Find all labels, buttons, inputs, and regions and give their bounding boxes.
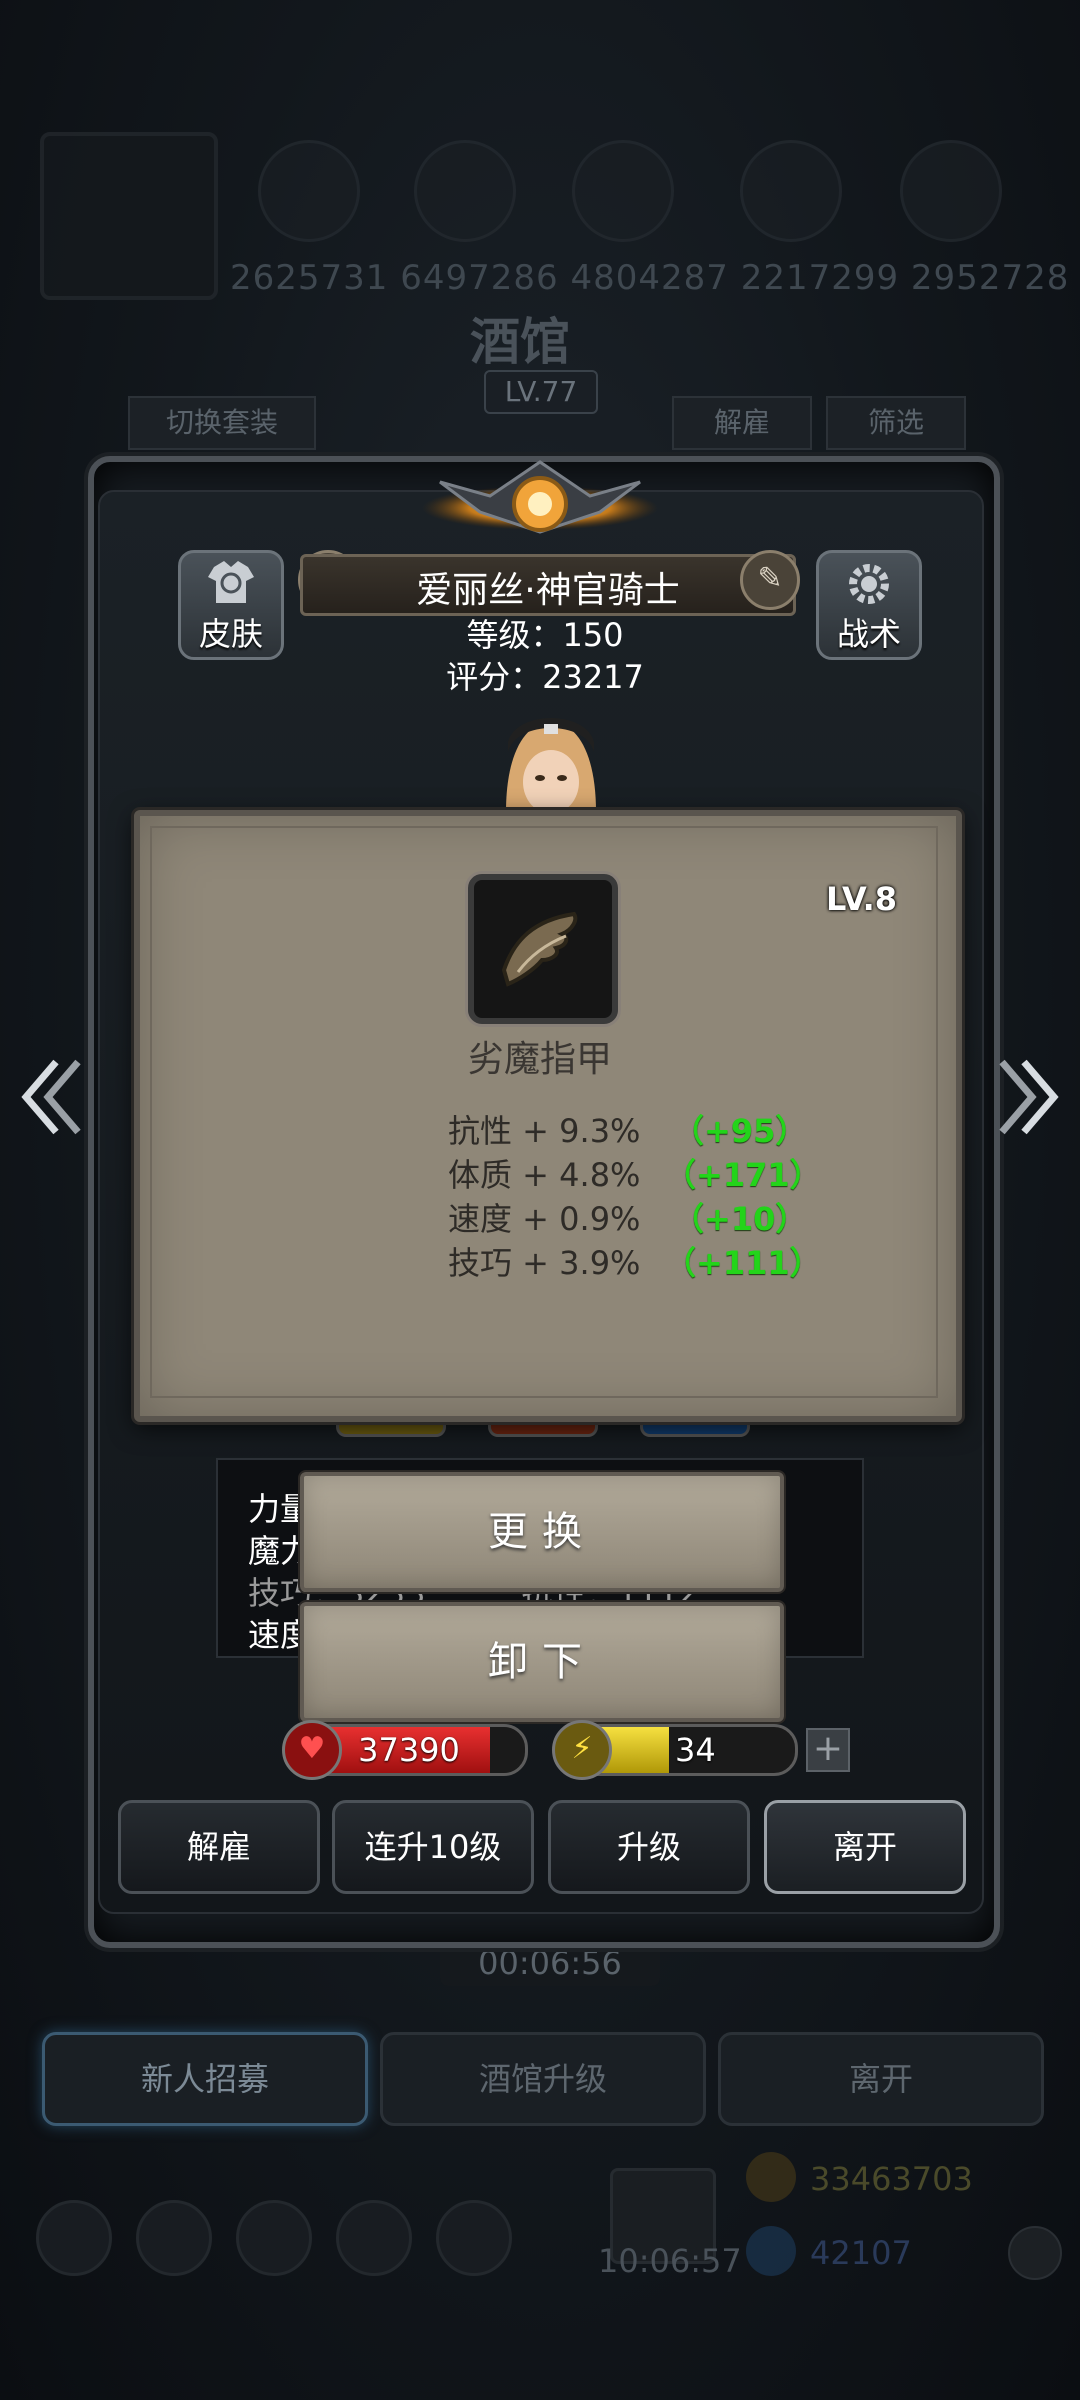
skin-button[interactable]: 皮肤 [178, 550, 284, 660]
gem-amount: 42107 [810, 2234, 912, 2272]
item-attribute: 技巧 + 3.9% [448, 1244, 641, 1282]
hero-portrait [506, 718, 596, 814]
tavern-leave-button: 离开 [718, 2032, 1044, 2126]
add-icon [1008, 2226, 1062, 2280]
menu-icon [336, 2200, 412, 2276]
recruit-button: 新人招募 [42, 2032, 368, 2126]
hero-score: 评分：23217 [446, 658, 644, 696]
resource-counts: 2625731 6497286 4804287 2217299 2952728 [230, 258, 1070, 298]
level-up-10-button[interactable]: 连升10级 [332, 1800, 534, 1894]
unequip-button[interactable]: 卸下 [300, 1602, 784, 1722]
resource-slot-icon [414, 140, 516, 242]
tavern-upgrade-button: 酒馆升级 [380, 2032, 706, 2126]
filter-tab: 筛选 [826, 396, 966, 450]
resource-slot-icon [900, 140, 1002, 242]
menu-icon [36, 2200, 112, 2276]
crest-emblem-icon [422, 460, 658, 534]
hero-level: 等级：150 [466, 616, 624, 654]
energy-value: 34 [675, 1731, 716, 1769]
tavern-title: 酒馆 [470, 312, 570, 371]
edit-pencil-icon[interactable]: ✎ [740, 550, 800, 610]
skin-label: 皮肤 [198, 615, 263, 653]
resource-slot-icon [258, 140, 360, 242]
level-up-button[interactable]: 升级 [548, 1800, 750, 1894]
resource-slot-icon [740, 140, 842, 242]
switch-set-tab: 切换套装 [128, 396, 316, 450]
item-slot [468, 874, 618, 1024]
menu-icon [436, 2200, 512, 2276]
hero-name: 爱丽丝·神官骑士 [416, 570, 680, 611]
add-energy-button[interactable]: + [806, 1728, 850, 1772]
tactics-button[interactable]: 战术 [816, 550, 922, 660]
heart-icon: ♥ [282, 1720, 342, 1780]
gold-amount: 33463703 [810, 2160, 973, 2198]
dismiss-hero-button[interactable]: 解雇 [118, 1800, 320, 1894]
replace-button[interactable]: 更换 [300, 1472, 784, 1592]
menu-icon [136, 2200, 212, 2276]
tactics-label: 战术 [836, 615, 901, 653]
gold-coin-icon [746, 2152, 796, 2202]
claw-icon [501, 911, 578, 987]
gem-icon [746, 2226, 796, 2276]
shirt-refresh-icon [181, 559, 281, 615]
item-attribute: 速度 + 0.9% [448, 1200, 641, 1238]
item-attribute: 体质 + 4.8% [448, 1156, 641, 1194]
hero-name-plate: 爱丽丝·神官骑士 [300, 554, 796, 616]
player-avatar [40, 132, 218, 300]
chevron-right-icon[interactable] [994, 1052, 1064, 1142]
item-name: 劣魔指甲 [467, 1039, 612, 1080]
item-attribute-bonus: （+171） [664, 1156, 822, 1194]
clock-text: 10:06:57 [598, 2242, 742, 2280]
item-level: LV.8 [826, 880, 898, 918]
item-attribute-bonus: （+10） [672, 1200, 808, 1238]
chevron-left-icon[interactable] [16, 1052, 86, 1142]
item-attribute-bonus: （+95） [672, 1112, 808, 1150]
dismiss-tab: 解雇 [672, 396, 812, 450]
resource-slot-icon [572, 140, 674, 242]
item-attribute: 抗性 + 9.3% [448, 1112, 641, 1150]
leave-button[interactable]: 离开 [764, 1800, 966, 1894]
lightning-icon: ⚡ [552, 1720, 612, 1780]
menu-icon [236, 2200, 312, 2276]
item-attribute-bonus: （+111） [664, 1244, 822, 1282]
tavern-level: LV.77 [484, 370, 598, 414]
